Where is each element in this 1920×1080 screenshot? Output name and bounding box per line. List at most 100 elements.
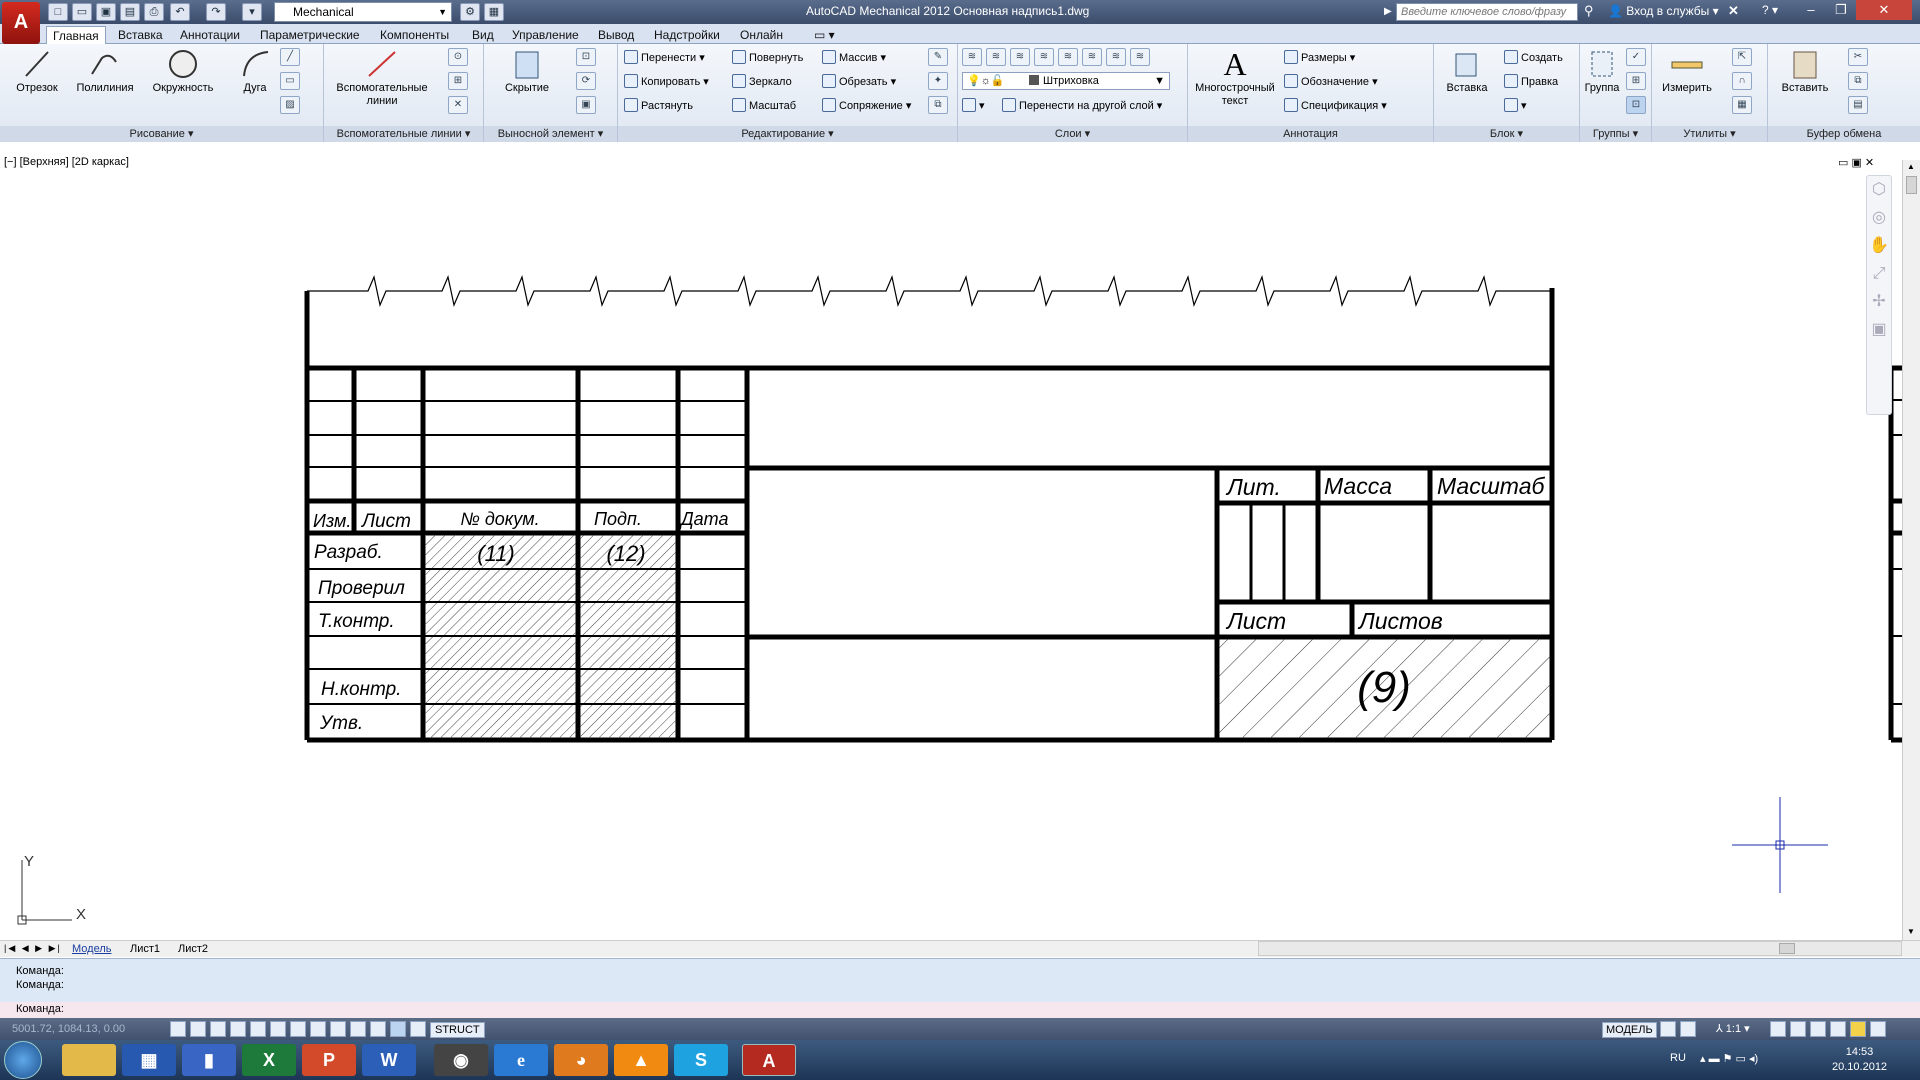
- tab-online[interactable]: Онлайн: [734, 26, 789, 44]
- scroll-down-icon[interactable]: ▼: [1907, 927, 1915, 936]
- scale-button[interactable]: Масштаб: [732, 97, 796, 115]
- hatch-tool-icon[interactable]: ▨: [280, 96, 300, 114]
- search-input[interactable]: Введите ключевое слово/фразу: [1396, 3, 1578, 21]
- navbar-icons[interactable]: ⬡ ◎ ✋ ⤢ ✢ ▣: [1867, 176, 1891, 344]
- polyline-button[interactable]: Полилиния: [72, 48, 138, 95]
- sc-icon[interactable]: [410, 1021, 426, 1037]
- explode-icon[interactable]: ✦: [928, 72, 948, 90]
- rectangle-icon[interactable]: ▭: [280, 72, 300, 90]
- hscroll-thumb[interactable]: [1779, 943, 1795, 954]
- layer-iso-icon[interactable]: ≋: [1010, 48, 1030, 66]
- isolate-icon[interactable]: [1830, 1021, 1846, 1037]
- saveas-icon[interactable]: ▤: [120, 3, 140, 21]
- excel-icon[interactable]: X: [242, 1044, 296, 1076]
- fillet-button[interactable]: Сопряжение ▾: [822, 97, 911, 115]
- panel-detail-title[interactable]: Выносной элемент ▾: [484, 126, 617, 142]
- powerpoint-icon[interactable]: P: [302, 1044, 356, 1076]
- lwt-icon[interactable]: [370, 1021, 386, 1037]
- restore-icon[interactable]: ❐: [1826, 0, 1856, 20]
- delete-construction-icon[interactable]: ✕: [448, 96, 468, 114]
- minimize-icon[interactable]: –: [1796, 0, 1826, 20]
- 3dosnap-icon[interactable]: [290, 1021, 306, 1037]
- firefox-icon[interactable]: ◕: [554, 1044, 608, 1076]
- tab-annotate[interactable]: Аннотации: [174, 26, 246, 44]
- dimensions-button[interactable]: Размеры ▾: [1284, 49, 1355, 67]
- language-indicator[interactable]: RU: [1670, 1052, 1686, 1064]
- draw-tool-icon[interactable]: ╱: [280, 48, 300, 66]
- panel-clipboard-title[interactable]: Буфер обмена: [1768, 126, 1920, 142]
- panel-layers-title[interactable]: Слои ▾: [958, 126, 1187, 142]
- vscroll-thumb[interactable]: [1906, 176, 1917, 194]
- close-icon[interactable]: ✕: [1856, 0, 1912, 20]
- edit-block-button[interactable]: Правка: [1504, 73, 1558, 91]
- layer-props-icon[interactable]: ≋: [962, 48, 982, 66]
- lightbulb-icon[interactable]: [1850, 1021, 1866, 1037]
- arc-button[interactable]: Дуга: [222, 48, 288, 95]
- otrack-icon[interactable]: [310, 1021, 326, 1037]
- vertical-scrollbar[interactable]: ▲ ▼: [1902, 160, 1920, 940]
- horizontal-scrollbar[interactable]: [1258, 941, 1902, 956]
- undo-icon[interactable]: ↶: [170, 3, 190, 21]
- group-button[interactable]: Группа: [1580, 48, 1624, 95]
- clean-screen-icon[interactable]: [1870, 1021, 1886, 1037]
- camera-app-icon[interactable]: ◉: [434, 1044, 488, 1076]
- layer-icon[interactable]: ▦: [484, 3, 504, 21]
- detail-tool-icon[interactable]: ⊡: [576, 48, 596, 66]
- layer-state-icon[interactable]: ≋: [986, 48, 1006, 66]
- vlc-icon[interactable]: ▲: [614, 1044, 668, 1076]
- ducs-icon[interactable]: [330, 1021, 346, 1037]
- layer-current-button[interactable]: ▾: [962, 97, 985, 115]
- skype-icon[interactable]: S: [674, 1044, 728, 1076]
- hardware-accel-icon[interactable]: [1810, 1021, 1826, 1037]
- tab-addins[interactable]: Надстройки: [648, 26, 726, 44]
- dyn-icon[interactable]: [350, 1021, 366, 1037]
- explorer-icon[interactable]: [62, 1044, 116, 1076]
- detail-refresh-icon[interactable]: ⟳: [576, 72, 596, 90]
- tab-layout1[interactable]: Лист1: [130, 943, 160, 955]
- qa-menu-icon[interactable]: ▾: [242, 3, 262, 21]
- osnap-icon[interactable]: [270, 1021, 286, 1037]
- move-to-layer-button[interactable]: Перенести на другой слой ▾: [1002, 97, 1162, 115]
- scroll-up-icon[interactable]: ▲: [1907, 162, 1915, 171]
- workspace-settings-icon[interactable]: ⚙: [460, 3, 480, 21]
- panel-utilities-title[interactable]: Утилиты ▾: [1652, 126, 1767, 142]
- tab-components[interactable]: Компоненты: [374, 26, 455, 44]
- circle-button[interactable]: Окружность: [150, 48, 216, 95]
- ie-icon[interactable]: e: [494, 1044, 548, 1076]
- layer-freeze-icon[interactable]: ≋: [1058, 48, 1078, 66]
- ortho-icon[interactable]: [230, 1021, 246, 1037]
- open-icon[interactable]: ▭: [72, 3, 92, 21]
- workspace-dropdown[interactable]: Mechanical ▼: [274, 2, 452, 22]
- cut-icon[interactable]: ✂: [1848, 48, 1868, 66]
- construction-grid-icon[interactable]: ⊞: [448, 72, 468, 90]
- array-button[interactable]: Массив ▾: [822, 49, 886, 67]
- word-icon[interactable]: W: [362, 1044, 416, 1076]
- symbol-button[interactable]: Обозначение ▾: [1284, 73, 1378, 91]
- help-icon[interactable]: ? ▾: [1762, 3, 1778, 17]
- trim-button[interactable]: Обрезать ▾: [822, 73, 896, 91]
- layer-lock-icon[interactable]: ≋: [1082, 48, 1102, 66]
- workspace-switch-icon[interactable]: [1770, 1021, 1786, 1037]
- model-button[interactable]: МОДЕЛЬ: [1602, 1022, 1657, 1038]
- insert-block-button[interactable]: Вставка: [1434, 48, 1500, 95]
- binoculars-icon[interactable]: ⚲: [1584, 3, 1594, 19]
- paste-button[interactable]: Вставить: [1772, 48, 1838, 95]
- center-mark-icon[interactable]: ⊙: [448, 48, 468, 66]
- move-button[interactable]: Перенести ▾: [624, 49, 705, 67]
- save-icon[interactable]: ▣: [96, 3, 116, 21]
- line-button[interactable]: Отрезок: [4, 48, 70, 95]
- start-button[interactable]: [4, 1041, 42, 1079]
- block-attr-button[interactable]: ▾: [1504, 97, 1527, 115]
- exchange-icon[interactable]: ✕: [1728, 3, 1739, 19]
- navigation-bar[interactable]: ⬡ ◎ ✋ ⤢ ✢ ▣: [1866, 175, 1892, 415]
- ungroup-icon[interactable]: ✓: [1626, 48, 1646, 66]
- quick-select-icon[interactable]: ⇱: [1732, 48, 1752, 66]
- layer-match-icon[interactable]: ≋: [1106, 48, 1126, 66]
- new-icon[interactable]: □: [48, 3, 68, 21]
- panel-draw-title[interactable]: Рисование ▾: [0, 126, 323, 142]
- layer-off-icon[interactable]: ≋: [1034, 48, 1054, 66]
- erase-icon[interactable]: ✎: [928, 48, 948, 66]
- save-app-icon[interactable]: ▮: [182, 1044, 236, 1076]
- copy-button[interactable]: Копировать ▾: [624, 73, 709, 91]
- snap-icon[interactable]: [190, 1021, 206, 1037]
